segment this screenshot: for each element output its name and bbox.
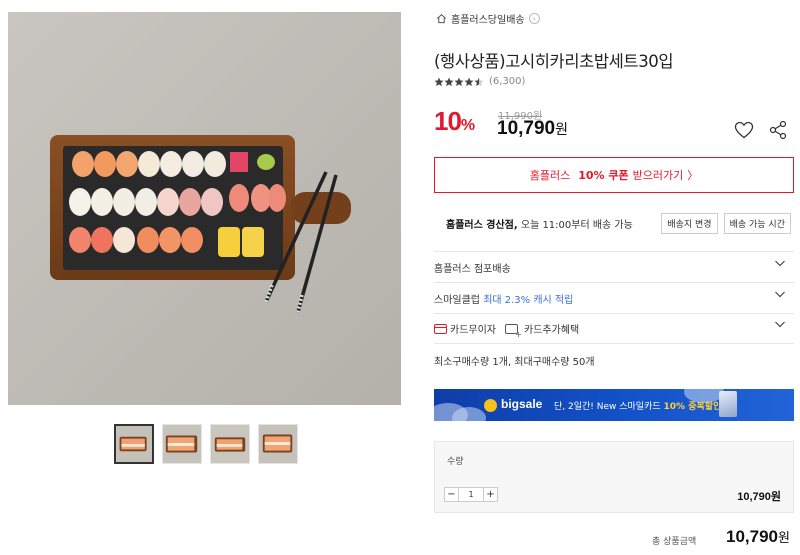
star-icon xyxy=(464,77,474,86)
card-icon xyxy=(434,323,447,334)
store-link[interactable]: 홈플러스당일배송 › xyxy=(436,11,540,26)
thumbnail-4[interactable] xyxy=(258,424,298,464)
divider xyxy=(434,343,794,344)
product-title: (행사상품)고시히카리초밥세트30입 xyxy=(434,52,674,71)
cloud-decoration xyxy=(452,407,486,421)
coupon-store: 홈플러스 xyxy=(529,169,571,182)
chevron-down-icon xyxy=(775,291,785,298)
chevron-right-icon: › xyxy=(528,13,540,24)
coupon-button[interactable]: 홈플러스 10% 쿠폰 받으러가기 〉 xyxy=(434,157,794,193)
purchase-limit: 최소구매수량 1개, 최대구매수량 50개 xyxy=(434,357,595,368)
star-icon xyxy=(444,77,454,86)
sale-price: 10,790원 xyxy=(497,118,569,139)
divider xyxy=(434,282,794,283)
share-button[interactable] xyxy=(767,119,789,141)
star-half-icon xyxy=(474,77,484,86)
smile-club-benefit: 최대 2.3% 캐시 적립 xyxy=(483,295,574,306)
review-count: (6,300) xyxy=(489,76,526,87)
thumbnail-3[interactable] xyxy=(210,424,250,464)
delivery-info: 홈플러스 경산점, 오늘 11:00부터 배송 가능 배송지 변경 배송 가능 … xyxy=(446,213,791,234)
discount-rate: 10% xyxy=(434,106,475,136)
smile-club-label: 스마일클럽 xyxy=(434,295,480,306)
increase-button[interactable]: + xyxy=(483,487,498,502)
share-icon xyxy=(769,120,787,140)
smile-card-image xyxy=(719,391,737,417)
sushi-platter-image xyxy=(8,12,401,405)
accordion-card-benefits[interactable]: 카드무이자 카드추가혜택 xyxy=(434,321,794,339)
thumbnail-list xyxy=(114,424,298,464)
quantity-label: 수량 xyxy=(447,457,464,467)
heart-icon xyxy=(734,121,754,139)
thumbnail-2[interactable] xyxy=(162,424,202,464)
chevron-down-icon xyxy=(775,321,785,328)
banner-brand: bigsale xyxy=(501,397,543,411)
card-benefit-label: 카드추가혜택 xyxy=(524,325,580,336)
total-price: 10,790원 xyxy=(726,527,790,546)
accordion-label: 홈플러스 점포배송 xyxy=(434,264,511,275)
store-link-label: 홈플러스당일배송 xyxy=(451,15,525,26)
card-plus-icon xyxy=(505,323,522,339)
star-icon xyxy=(434,77,444,86)
home-icon xyxy=(437,13,446,24)
delivery-time-button[interactable]: 배송 가능 시간 xyxy=(723,213,791,234)
coupon-amount: 10% 쿠폰 xyxy=(578,169,629,182)
quantity-box: 수량 − + 10,790원 xyxy=(434,441,794,513)
accordion-smile-club[interactable]: 스마일클럽 최대 2.3% 캐시 적립 xyxy=(434,291,794,306)
card-interest-label: 카드무이자 xyxy=(450,325,496,336)
decrease-button[interactable]: − xyxy=(444,487,459,502)
accordion-store-delivery[interactable]: 홈플러스 점포배송 xyxy=(434,260,794,275)
divider xyxy=(434,313,794,314)
total-label: 총 상품금액 xyxy=(652,537,697,547)
quantity-stepper: − + xyxy=(444,487,498,502)
promo-banner[interactable]: bigsale 단, 2일간! New 스마일카드 10% 중복할인 xyxy=(434,389,794,421)
rating[interactable]: (6,300) xyxy=(434,76,525,87)
coupon-action: 받으러가기 xyxy=(632,169,684,182)
change-address-button[interactable]: 배송지 변경 xyxy=(661,213,718,234)
chevron-right-icon: 〉 xyxy=(687,169,699,182)
quantity-input[interactable] xyxy=(459,487,483,502)
star-rating xyxy=(434,77,484,87)
chevron-down-icon xyxy=(775,260,785,267)
wishlist-button[interactable] xyxy=(733,119,755,141)
thumbnail-1[interactable] xyxy=(114,424,154,464)
line-price: 10,790원 xyxy=(737,491,781,503)
banner-message: 단, 2일간! New 스마일카드 10% 중복할인 xyxy=(554,402,722,412)
coin-icon xyxy=(484,399,497,412)
star-icon xyxy=(454,77,464,86)
divider xyxy=(434,251,794,252)
product-main-image xyxy=(8,12,401,405)
delivery-text: 홈플러스 경산점, 오늘 11:00부터 배송 가능 xyxy=(446,220,633,231)
price-area: 10% 11,990원 10,790원 xyxy=(434,106,568,139)
